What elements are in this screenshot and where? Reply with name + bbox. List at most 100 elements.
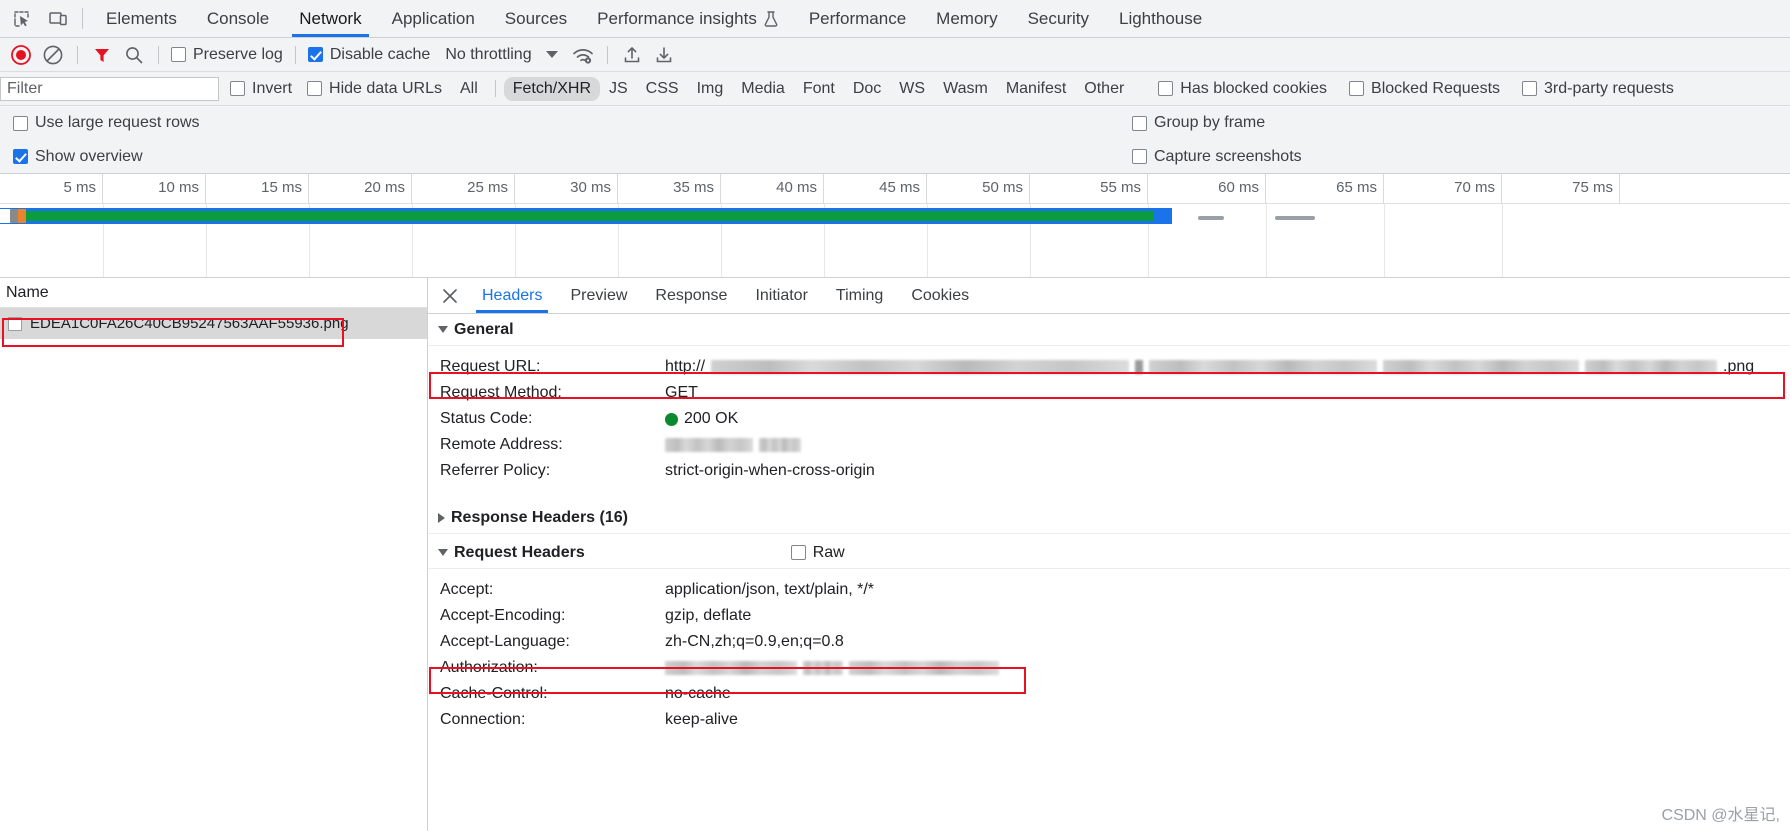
filter-type-css[interactable]: CSS bbox=[637, 77, 688, 101]
overview-tick-3: 20 ms bbox=[309, 174, 412, 204]
tab-performance-insights[interactable]: Performance insights bbox=[582, 0, 794, 37]
tab-security-label: Security bbox=[1027, 8, 1089, 28]
details-tab-timing[interactable]: Timing bbox=[822, 278, 897, 313]
overview-tick-9: 50 ms bbox=[927, 174, 1030, 204]
close-icon[interactable] bbox=[432, 278, 468, 313]
raw-checkbox-box[interactable] bbox=[790, 545, 806, 560]
filter-type-other[interactable]: Other bbox=[1075, 77, 1133, 101]
record-stop-icon[interactable] bbox=[6, 41, 36, 69]
filter-type-manifest[interactable]: Manifest bbox=[997, 77, 1075, 101]
chevron-down-icon[interactable] bbox=[438, 549, 448, 556]
overview-tick-1: 10 ms bbox=[103, 174, 206, 204]
network-overview[interactable]: 5 ms 10 ms 15 ms 20 ms 25 ms 30 ms 35 ms… bbox=[0, 174, 1790, 278]
overview-window-handle-right[interactable] bbox=[1275, 216, 1315, 220]
watermark: CSDN @水星记, bbox=[1661, 807, 1780, 824]
has-blocked-cookies-checkbox[interactable]: Has blocked cookies bbox=[1155, 80, 1330, 98]
tab-security[interactable]: Security bbox=[1013, 0, 1104, 37]
filter-type-wasm[interactable]: Wasm bbox=[934, 77, 997, 101]
tab-sources[interactable]: Sources bbox=[490, 0, 582, 37]
section-general[interactable]: General bbox=[428, 314, 1790, 346]
status-dot-green-icon bbox=[665, 412, 678, 426]
invert-checkbox[interactable]: Invert bbox=[227, 80, 295, 98]
details-tab-initiator[interactable]: Initiator bbox=[741, 278, 821, 313]
settings-row-2: Show overview Capture screenshots bbox=[0, 140, 1790, 174]
use-large-request-rows-box[interactable] bbox=[13, 115, 28, 131]
hide-data-urls-box[interactable] bbox=[307, 81, 323, 96]
search-icon[interactable] bbox=[119, 41, 149, 69]
inspect-element-icon[interactable] bbox=[4, 0, 40, 37]
tab-elements[interactable]: Elements bbox=[91, 0, 192, 37]
request-row-0[interactable]: EDEA1C0FA26C40CB95247563AAF55936.png bbox=[0, 308, 427, 339]
filter-type-img[interactable]: Img bbox=[688, 77, 733, 101]
overview-tick-0: 5 ms bbox=[0, 174, 103, 204]
filter-type-all[interactable]: All bbox=[451, 77, 487, 101]
overview-gridline bbox=[1266, 204, 1267, 277]
section-request-headers[interactable]: Request Headers Raw bbox=[428, 537, 1790, 569]
details-tab-response[interactable]: Response bbox=[641, 278, 741, 313]
wifi-settings-icon[interactable] bbox=[568, 41, 598, 69]
disable-cache-label: Disable cache bbox=[329, 45, 431, 63]
export-har-icon[interactable] bbox=[649, 41, 679, 69]
overview-bar-waiting-segment bbox=[18, 209, 26, 223]
raw-toggle[interactable]: Raw bbox=[790, 544, 845, 562]
chevron-down-icon[interactable] bbox=[545, 51, 558, 58]
filter-type-doc[interactable]: Doc bbox=[844, 77, 890, 101]
show-overview-box[interactable] bbox=[13, 149, 28, 164]
overview-tick-2: 15 ms bbox=[206, 174, 309, 204]
details-tab-headers[interactable]: Headers bbox=[468, 278, 556, 313]
blocked-requests-box[interactable] bbox=[1349, 81, 1365, 96]
tab-network[interactable]: Network bbox=[284, 0, 376, 37]
filter-divider bbox=[494, 80, 496, 97]
overview-gridline bbox=[1502, 204, 1503, 277]
disable-cache-checkbox[interactable]: Disable cache bbox=[305, 46, 434, 64]
filter-type-doc-label: Doc bbox=[852, 79, 882, 97]
clear-icon[interactable] bbox=[38, 41, 68, 69]
capture-screenshots-box[interactable] bbox=[1132, 149, 1147, 164]
filter-type-fetch-xhr[interactable]: Fetch/XHR bbox=[503, 76, 600, 101]
preserve-log-box[interactable] bbox=[171, 47, 186, 62]
blocked-requests-checkbox[interactable]: Blocked Requests bbox=[1346, 80, 1503, 98]
filter-input[interactable] bbox=[0, 76, 219, 101]
redacted-block bbox=[759, 438, 801, 452]
group-by-frame-box[interactable] bbox=[1132, 115, 1147, 131]
request-header-accept-language: Accept-Language: zh-CN,zh;q=0.9,en;q=0.8 bbox=[428, 629, 1790, 655]
throttling-select[interactable]: No throttling bbox=[445, 46, 558, 64]
tab-console[interactable]: Console bbox=[192, 0, 284, 37]
filter-type-js[interactable]: JS bbox=[600, 77, 637, 101]
overview-tick-7: 40 ms bbox=[721, 174, 824, 204]
filter-type-other-label: Other bbox=[1084, 79, 1125, 97]
request-header-cache-control-value: no-cache bbox=[665, 685, 731, 702]
tab-memory[interactable]: Memory bbox=[921, 0, 1012, 37]
details-tab-preview[interactable]: Preview bbox=[556, 278, 641, 313]
invert-box[interactable] bbox=[230, 81, 245, 96]
tab-performance[interactable]: Performance bbox=[794, 0, 921, 37]
request-header-accept-encoding: Accept-Encoding: gzip, deflate bbox=[428, 603, 1790, 629]
group-by-frame-checkbox[interactable]: Group by frame bbox=[1129, 114, 1268, 132]
filter-type-font[interactable]: Font bbox=[794, 77, 844, 101]
filter-type-media[interactable]: Media bbox=[732, 77, 794, 101]
capture-screenshots-checkbox[interactable]: Capture screenshots bbox=[1129, 148, 1305, 166]
use-large-request-rows-checkbox[interactable]: Use large request rows bbox=[10, 114, 203, 132]
preserve-log-checkbox[interactable]: Preserve log bbox=[168, 46, 286, 64]
has-blocked-cookies-box[interactable] bbox=[1158, 81, 1174, 96]
show-overview-checkbox[interactable]: Show overview bbox=[10, 148, 146, 166]
import-har-icon[interactable] bbox=[617, 41, 647, 69]
device-toolbar-icon[interactable] bbox=[40, 0, 76, 37]
third-party-requests-checkbox[interactable]: 3rd-party requests bbox=[1519, 80, 1677, 98]
section-response-headers[interactable]: Response Headers (16) bbox=[428, 502, 1790, 534]
request-list-header: Name bbox=[0, 278, 427, 308]
third-party-requests-box[interactable] bbox=[1522, 81, 1538, 96]
request-header-accept: Accept: application/json, text/plain, */… bbox=[428, 577, 1790, 603]
details-tab-cookies[interactable]: Cookies bbox=[897, 278, 983, 313]
filter-type-ws[interactable]: WS bbox=[890, 77, 934, 101]
column-header-name: Name bbox=[6, 283, 49, 301]
disable-cache-box[interactable] bbox=[307, 47, 323, 62]
tab-application[interactable]: Application bbox=[377, 0, 490, 37]
overview-window-handle-left[interactable] bbox=[1198, 216, 1224, 220]
hide-data-urls-checkbox[interactable]: Hide data URLs bbox=[304, 80, 445, 98]
chevron-right-icon[interactable] bbox=[438, 512, 445, 523]
filter-funnel-icon[interactable] bbox=[87, 41, 117, 69]
tab-lighthouse[interactable]: Lighthouse bbox=[1104, 0, 1217, 37]
chevron-down-icon[interactable] bbox=[438, 326, 448, 333]
filter-type-css-label: CSS bbox=[645, 79, 679, 97]
